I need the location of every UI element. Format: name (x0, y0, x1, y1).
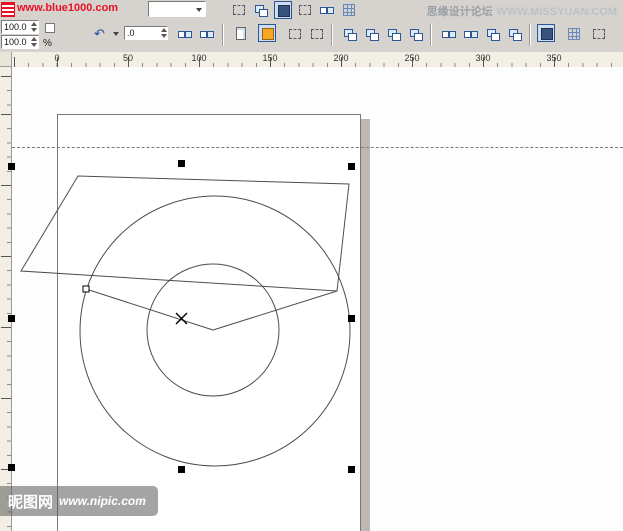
ruler-label: 250 (404, 53, 419, 63)
divider (331, 24, 333, 46)
page-setup-icon[interactable] (232, 24, 250, 42)
treat-as-filled-icon[interactable] (286, 25, 304, 43)
arrange-objects-icon[interactable] (318, 1, 336, 19)
ruler-label: 200 (333, 53, 348, 63)
create-boundary-icon[interactable] (506, 25, 524, 43)
nipic-url: www.nipic.com (59, 494, 146, 508)
selection-handle-bottom-right[interactable] (348, 466, 355, 473)
scale-lock-checkbox[interactable] (45, 23, 55, 33)
grid-icon[interactable] (340, 1, 358, 19)
selection-handle-mid-right[interactable] (348, 315, 355, 322)
scale-v-spinner[interactable] (30, 36, 38, 48)
undo-dropdown-icon[interactable] (113, 32, 119, 36)
divider (529, 24, 531, 46)
drawing-canvas[interactable] (12, 67, 623, 531)
snap-toggle-icon[interactable] (274, 1, 292, 19)
ruler-label: 150 (262, 53, 277, 63)
vertical-ruler[interactable] (0, 67, 12, 531)
combine-icon[interactable] (341, 25, 359, 43)
to-front-icon[interactable] (537, 24, 555, 42)
divider (222, 24, 224, 46)
nipic-name: 昵图网 (8, 491, 53, 512)
selection-handle-mid-left[interactable] (8, 315, 15, 322)
ruler-label: 350 (546, 53, 561, 63)
selection-handle-bottom-center[interactable] (178, 466, 185, 473)
zoom-combo[interactable] (148, 1, 206, 17)
blue1000-watermark: www.blue1000.com (17, 2, 118, 14)
group-objects-icon[interactable] (252, 1, 270, 19)
ruler-origin[interactable] (0, 52, 12, 67)
rotation-spinner[interactable] (160, 27, 168, 39)
missyuan-watermark: 思缘设计论坛 WWW.MISSYUAN.COM (427, 3, 617, 19)
weld-icon[interactable] (363, 25, 381, 43)
blue1000-logo (1, 2, 15, 17)
horizontal-ruler[interactable]: 0 50 100 150 200 250 300 350 (12, 52, 623, 68)
mirror-vertical-icon[interactable] (198, 25, 216, 43)
missyuan-cn: 思缘设计论坛 (427, 6, 493, 18)
ruler-major-ticks (1, 67, 11, 531)
simplify-icon[interactable] (440, 25, 458, 43)
selection-handle-top-center[interactable] (178, 160, 185, 167)
outline-select-icon[interactable] (296, 1, 314, 19)
page (57, 114, 361, 531)
percent-label: % (43, 38, 52, 49)
divider (430, 24, 432, 46)
ruler-major-ticks (12, 57, 623, 67)
bounding-box-icon[interactable] (308, 25, 326, 43)
undo-icon[interactable] (92, 25, 110, 43)
scale-h-spinner[interactable] (30, 21, 38, 33)
back-minus-front-icon[interactable] (484, 25, 502, 43)
ruler-label: 300 (475, 53, 490, 63)
ruler-label: 100 (191, 53, 206, 63)
property-bar: % (0, 19, 623, 53)
intersect-icon[interactable] (407, 25, 425, 43)
ruler-label: 0 (54, 53, 59, 63)
trim-icon[interactable] (385, 25, 403, 43)
selection-handle-top-left[interactable] (8, 163, 15, 170)
missyuan-en: WWW.MISSYUAN.COM (497, 6, 617, 18)
to-back-icon[interactable] (565, 25, 583, 43)
app-window: % 0 50 100 150 200 25 (0, 0, 623, 531)
mirror-horizontal-icon[interactable] (176, 25, 194, 43)
fill-color-icon[interactable] (258, 24, 276, 42)
page-shadow (361, 119, 370, 531)
convert-to-curves-icon[interactable] (590, 25, 608, 43)
ruler-label: 50 (123, 53, 133, 63)
guideline[interactable] (12, 147, 623, 148)
marquee-select-icon[interactable] (230, 1, 248, 19)
selection-handle-bottom-left[interactable] (8, 464, 15, 471)
front-minus-back-icon[interactable] (462, 25, 480, 43)
selection-handle-top-right[interactable] (348, 163, 355, 170)
nipic-watermark: 昵图网 www.nipic.com (0, 486, 158, 516)
